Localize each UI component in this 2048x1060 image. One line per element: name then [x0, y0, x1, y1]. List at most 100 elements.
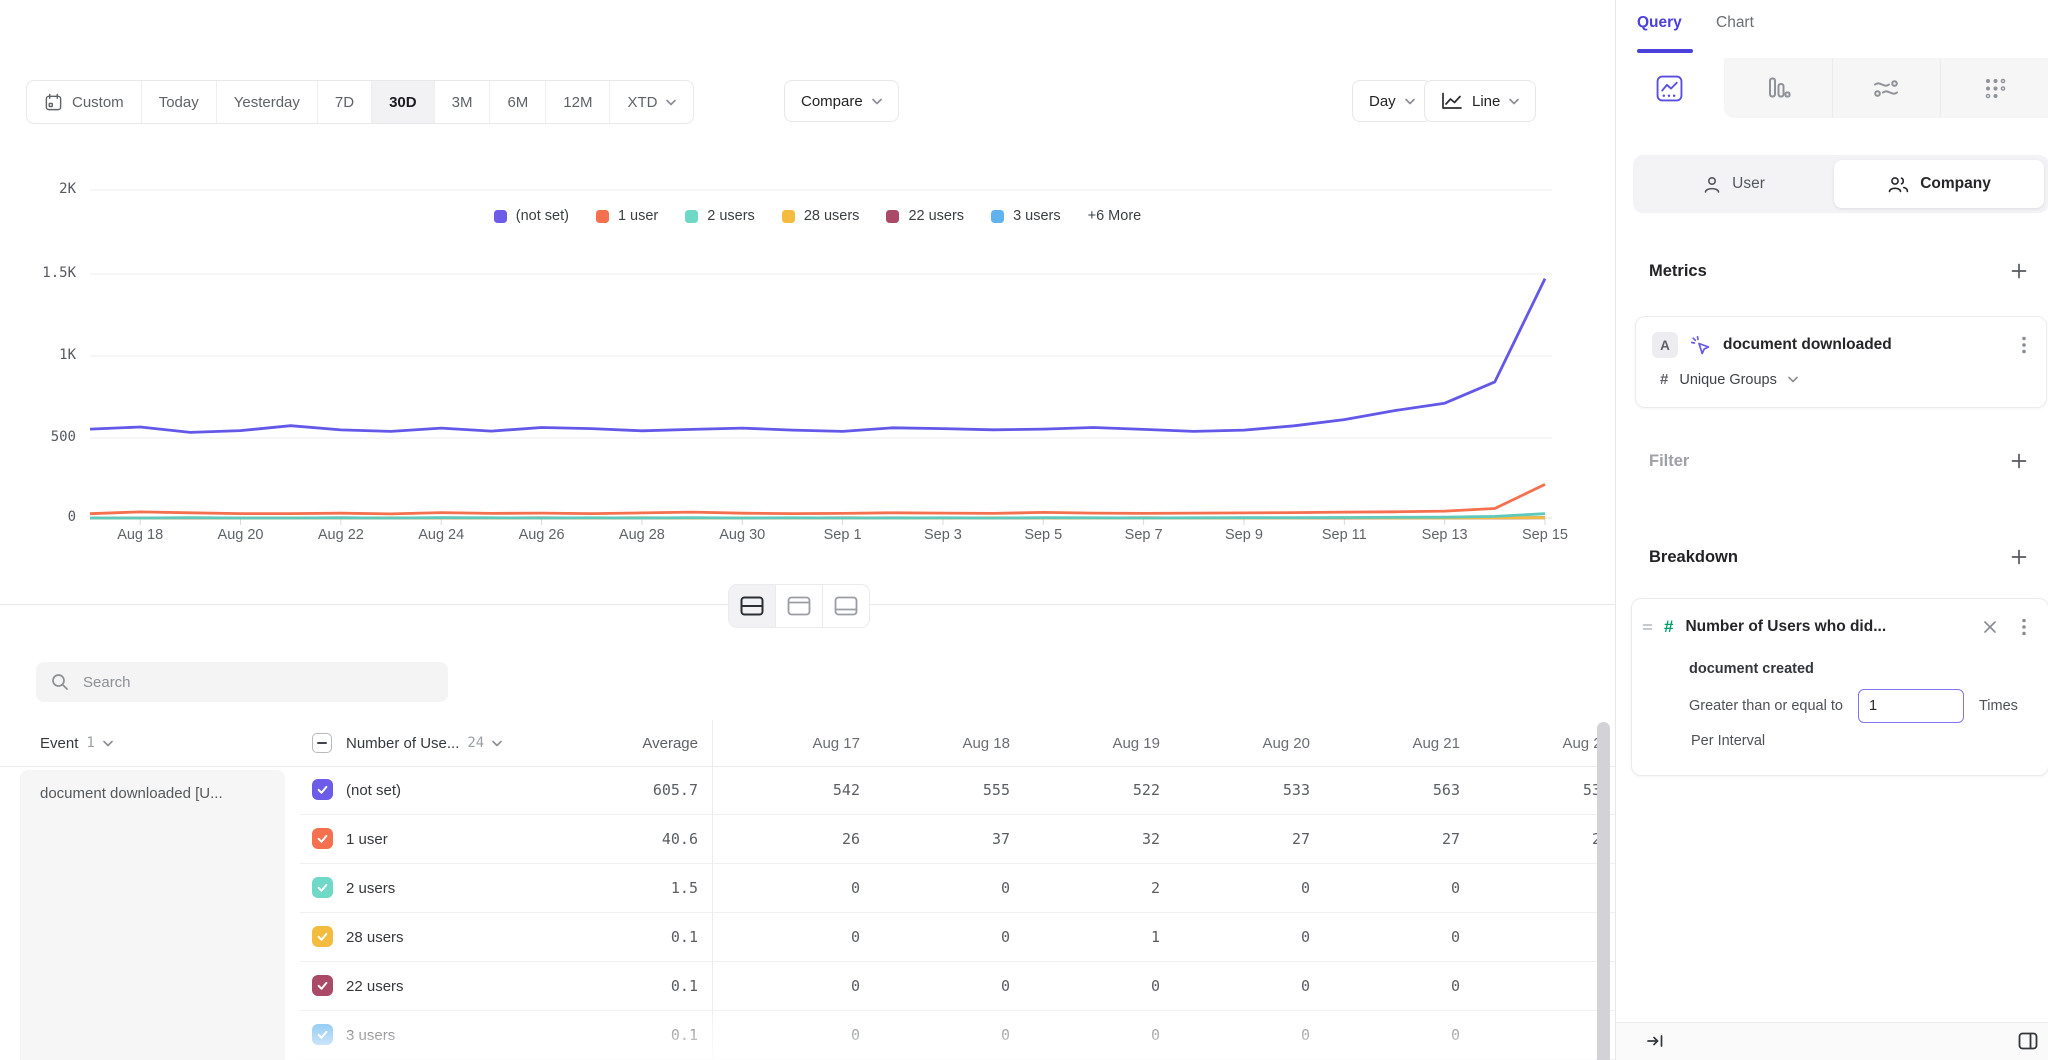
- range-option-label: 7D: [335, 94, 354, 111]
- table-row: 2 users1.5002001: [300, 864, 1615, 913]
- measure-dropdown[interactable]: # Unique Groups: [1660, 371, 1798, 388]
- x-axis-label: Aug 22: [318, 527, 364, 543]
- toggle-user[interactable]: User: [1633, 155, 1834, 213]
- range-option-yesterday[interactable]: Yesterday: [217, 81, 318, 123]
- column-header-date: Aug 22: [1490, 720, 1610, 766]
- layout-split-button[interactable]: [729, 585, 775, 627]
- chart-type-dropdown[interactable]: Line: [1424, 80, 1536, 122]
- group-column-header[interactable]: Number of Use... 24: [346, 720, 502, 766]
- range-option-today[interactable]: Today: [142, 81, 217, 123]
- row-checkbox[interactable]: [312, 828, 333, 849]
- select-all-checkbox[interactable]: [312, 733, 332, 753]
- chart-type-bar-button[interactable]: [1724, 58, 1832, 118]
- chart-type-label: Line: [1472, 93, 1500, 110]
- range-option-6m[interactable]: 6M: [490, 81, 546, 123]
- row-checkbox[interactable]: [312, 877, 333, 898]
- range-option-custom[interactable]: Custom: [27, 81, 142, 123]
- x-axis-label: Sep 1: [824, 527, 862, 543]
- metric-event-name: document downloaded: [1723, 336, 2000, 354]
- event-count: 1: [86, 735, 94, 751]
- add-breakdown-button[interactable]: [2006, 544, 2032, 570]
- range-option-7d[interactable]: 7D: [318, 81, 372, 123]
- series-label: (not set): [346, 766, 401, 814]
- add-metric-button[interactable]: [2006, 258, 2032, 284]
- x-axis-label: Sep 13: [1422, 527, 1468, 543]
- series-value: 0: [890, 864, 1010, 912]
- drag-handle-icon[interactable]: [1640, 615, 1654, 639]
- compare-label: Compare: [801, 93, 863, 110]
- row-checkbox[interactable]: [312, 1024, 333, 1045]
- filter-section-header: Filter: [1649, 448, 2032, 474]
- toggle-company[interactable]: Company: [1834, 160, 2044, 208]
- metric-card[interactable]: A document downloaded # Unique Groups: [1635, 316, 2047, 408]
- times-value-input[interactable]: [1858, 689, 1964, 723]
- chevron-down-icon: [1509, 98, 1519, 105]
- layout-chart-button[interactable]: [775, 585, 822, 627]
- chart-type-flow-button[interactable]: [1832, 58, 1941, 118]
- column-header-date: Aug 20: [1190, 720, 1310, 766]
- range-option-30d[interactable]: 30D: [372, 81, 435, 123]
- layout-toggle: [729, 585, 869, 627]
- range-option-12m[interactable]: 12M: [546, 81, 610, 123]
- line-chart-icon: [1441, 92, 1463, 110]
- panel-layout-icon[interactable]: [2018, 1032, 2038, 1055]
- series-value: 37: [890, 815, 1010, 863]
- row-checkbox[interactable]: [312, 779, 333, 800]
- column-header-date: Aug 21: [1340, 720, 1460, 766]
- table-row: 28 users0.1001000: [300, 913, 1615, 962]
- tab-chart[interactable]: Chart: [1716, 14, 1754, 32]
- series-average: 40.6: [480, 815, 698, 863]
- series-value: 0: [1040, 962, 1160, 1010]
- event-cell[interactable]: document downloaded [U...: [20, 770, 285, 1060]
- series-value: 0: [1190, 864, 1310, 912]
- range-option-xtd[interactable]: XTD: [610, 81, 693, 123]
- toggle-user-label: User: [1732, 175, 1765, 193]
- add-filter-button[interactable]: [2006, 448, 2032, 474]
- range-option-label: Today: [159, 94, 199, 111]
- range-option-label: 3M: [452, 94, 473, 111]
- people-icon: [1887, 175, 1910, 194]
- row-checkbox[interactable]: [312, 975, 333, 996]
- x-axis-label: Aug 30: [719, 527, 765, 543]
- event-cursor-icon: [1690, 335, 1711, 356]
- y-axis-label: 0: [14, 509, 76, 525]
- series-label: 2 users: [346, 864, 395, 912]
- series-value: 1: [1490, 864, 1610, 912]
- chart-type-selector: [1616, 58, 2048, 118]
- event-column-header[interactable]: Event 1: [40, 720, 113, 766]
- compare-button[interactable]: Compare: [784, 80, 899, 122]
- series-label: 3 users: [346, 1011, 395, 1059]
- x-axis-label: Aug 24: [418, 527, 464, 543]
- chart-type-grid-button[interactable]: [1940, 58, 2048, 118]
- kebab-menu-icon[interactable]: [2012, 333, 2036, 357]
- series-label: 1 user: [346, 815, 388, 863]
- layout-table-button[interactable]: [822, 585, 869, 627]
- kebab-menu-icon[interactable]: [2012, 615, 2036, 639]
- group-count: 24: [467, 735, 484, 751]
- series-average: 1.5: [480, 864, 698, 912]
- x-axis-label: Sep 3: [924, 527, 962, 543]
- range-option-3m[interactable]: 3M: [435, 81, 491, 123]
- table-row: 22 users0.1000000: [300, 962, 1615, 1011]
- x-axis-label: Aug 26: [519, 527, 565, 543]
- tab-query[interactable]: Query: [1637, 14, 1682, 32]
- active-tab-underline: [1637, 49, 1693, 53]
- search-input[interactable]: [81, 673, 433, 692]
- table-scrollbar[interactable]: [1597, 722, 1610, 1060]
- search-bar: [36, 662, 448, 702]
- table-header: Event 1 Number of Use... 24 Average Aug …: [0, 720, 1615, 767]
- y-axis-label: 1.5K: [14, 265, 76, 281]
- series-value: 0: [1190, 913, 1310, 961]
- series-value: 0: [1340, 1011, 1460, 1059]
- analytics-app: Custom Today Yesterday 7D 30D 3M 6M12MXTD Comp…: [0, 0, 2048, 1060]
- series-value: 27: [1190, 815, 1310, 863]
- event-cell-label: document downloaded [U...: [40, 785, 223, 802]
- filter-title: Filter: [1649, 452, 1689, 471]
- collapse-panel-icon[interactable]: [1646, 1033, 1664, 1054]
- close-icon[interactable]: [1978, 615, 2002, 639]
- row-checkbox[interactable]: [312, 926, 333, 947]
- y-axis-label: 1K: [14, 347, 76, 363]
- metrics-title: Metrics: [1649, 262, 1707, 281]
- chart-type-line-button[interactable]: [1616, 58, 1724, 118]
- interval-dropdown[interactable]: Day: [1352, 80, 1432, 122]
